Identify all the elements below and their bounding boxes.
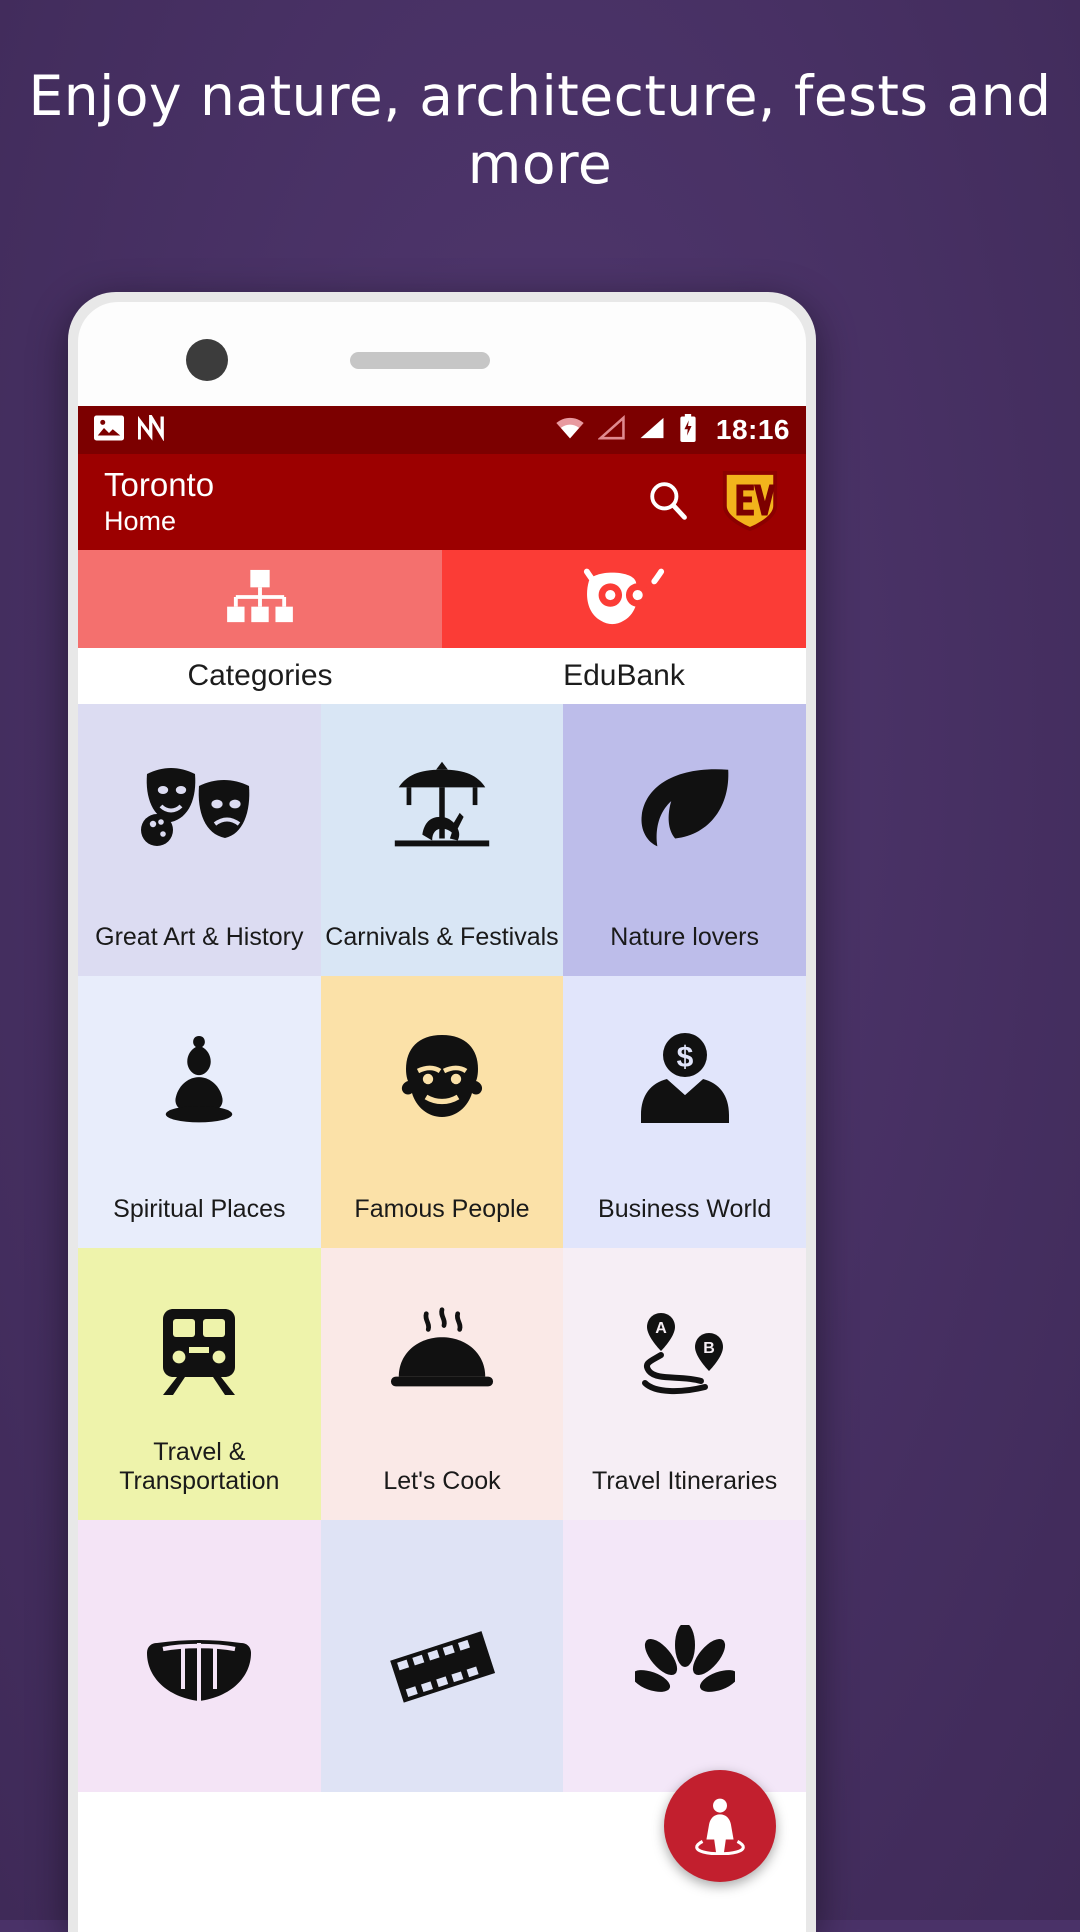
category-cell-travel-transportation[interactable]: Travel & Transportation [78,1248,321,1520]
status-bar-left-icons [94,410,166,446]
signal-full-icon [638,415,666,446]
battery-icon [678,413,698,447]
category-cell-great-art-history[interactable]: Great Art & History [78,704,321,976]
phone-frame: 18:16 Toronto Home Categories EduBank Gr… [68,292,816,1932]
status-bar: 18:16 [78,406,806,454]
category-cell-lets-cook[interactable]: Let's Cook [320,1248,564,1520]
carousel-icon [321,704,564,914]
category-cell-row4-2[interactable] [320,1520,564,1792]
svg-text:B: B [703,1340,715,1357]
flower-icon [563,1560,806,1770]
promo-headline: Enjoy nature, architecture, fests and mo… [28,64,1052,196]
tab-bar [78,550,806,648]
svg-text:A: A [655,1320,667,1337]
floating-action-button[interactable] [664,1770,776,1882]
tab-labels: Categories EduBank [78,648,806,704]
route-a-b-icon: A B [563,1248,806,1458]
category-cell-row4-3[interactable] [563,1520,806,1792]
train-icon [78,1248,321,1458]
category-cell-famous-people[interactable]: Famous People [320,976,564,1248]
earpiece-speaker [350,352,490,369]
search-icon[interactable] [646,478,690,527]
front-camera-icon [186,339,228,381]
category-cell-business-world[interactable]: $ Business World [563,976,806,1248]
category-cell-row4-1[interactable] [78,1520,321,1792]
leaf-icon [563,704,806,914]
businessman-icon: $ [563,976,806,1186]
phone-bezel: 18:16 Toronto Home Categories EduBank Gr… [78,302,806,1932]
tab-edubank[interactable] [442,550,806,648]
app-bar-actions [646,469,780,536]
svg-text:$: $ [676,1041,693,1074]
tab-categories[interactable] [78,550,442,648]
category-cell-spiritual-places[interactable]: Spiritual Places [78,976,321,1248]
buddha-icon [78,976,321,1186]
category-cell-travel-itineraries[interactable]: A B Travel Itineraries [563,1248,806,1520]
category-label: Famous People [354,1195,530,1223]
phone-screen: 18:16 Toronto Home Categories EduBank Gr… [78,406,806,1932]
sitemap-icon [225,568,295,631]
nfc-icon [137,410,166,446]
app-bar-titles: Toronto Home [104,466,214,538]
category-label: Carnivals & Festivals [325,923,559,951]
category-grid: Great Art & History Carnivals & Festival… [78,704,806,1792]
hand-fan-icon [78,1560,321,1770]
film-strip-icon [321,1560,564,1770]
category-label: Nature lovers [610,923,759,951]
food-dome-icon [321,1248,564,1458]
category-label: Travel Itineraries [592,1467,778,1495]
app-logo-icon[interactable] [720,469,780,536]
status-bar-right-icons: 18:16 [554,413,790,447]
category-label: Let's Cook [383,1467,501,1495]
person-face-icon [321,976,564,1186]
status-bar-clock: 18:16 [715,414,790,445]
category-cell-nature-lovers[interactable]: Nature lovers [563,704,806,976]
category-label: Great Art & History [95,923,304,951]
image-icon [94,415,124,446]
tab-label-edubank[interactable]: EduBank [442,648,806,704]
app-bar: Toronto Home [78,454,806,550]
person-pin-icon [689,1793,751,1860]
category-label: Travel & Transportation [119,1438,280,1495]
category-cell-carnivals-festivals[interactable]: Carnivals & Festivals [320,704,564,976]
tab-label-categories[interactable]: Categories [78,648,442,704]
signal-empty-icon [597,414,626,446]
theater-masks-icon [78,704,321,914]
category-label: Business World [598,1195,772,1223]
app-bar-subtitle: Home [104,506,177,536]
wifi-icon [554,415,586,446]
app-bar-title: Toronto [104,466,215,503]
category-label: Spiritual Places [113,1195,286,1223]
owl-icon [581,567,667,632]
